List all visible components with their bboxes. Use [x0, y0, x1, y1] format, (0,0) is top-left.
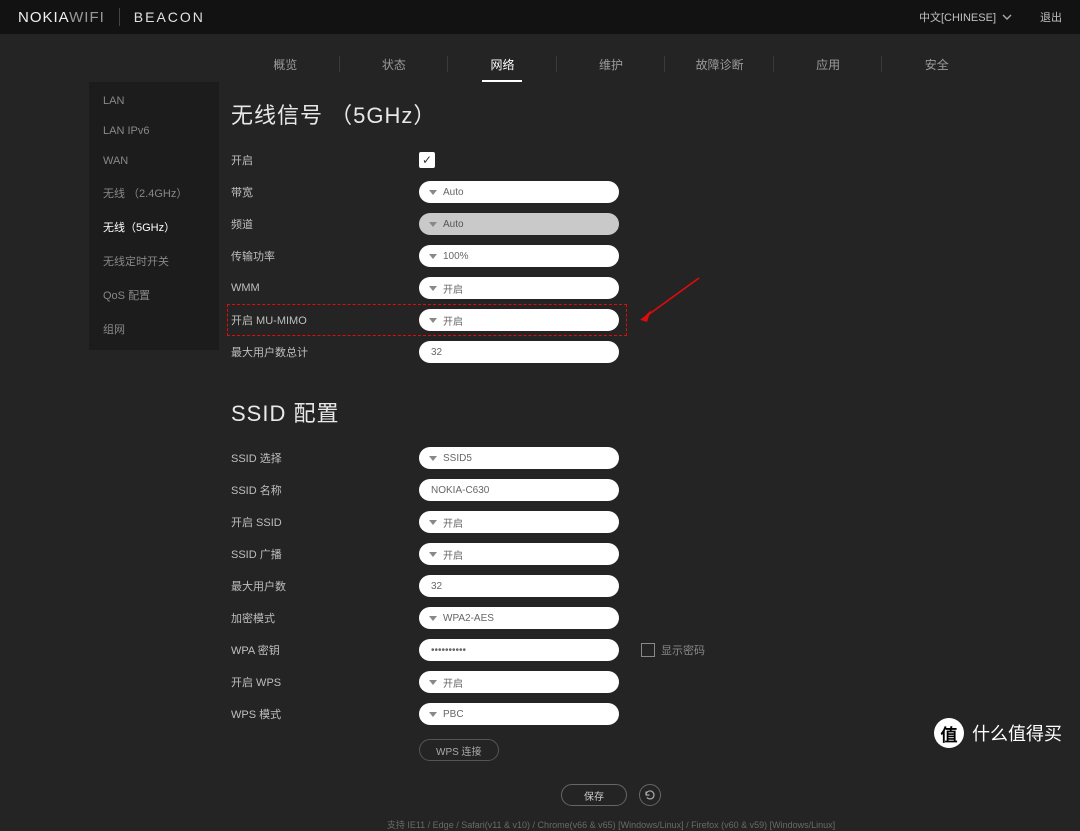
dropdown-arrow-icon: [429, 286, 437, 291]
label-mumimo: 开启 MU-MIMO: [231, 312, 419, 328]
label-enable: 开启: [231, 152, 419, 168]
tab-diagnostics[interactable]: 故障诊断: [665, 46, 774, 82]
label-ssidenable: 开启 SSID: [231, 514, 419, 530]
tab-network[interactable]: 网络: [448, 46, 557, 82]
row-broadcast: SSID 广播 开启: [231, 538, 991, 570]
label-ssidname: SSID 名称: [231, 482, 419, 498]
main-tabs: 概览 状态 网络 维护 故障诊断 应用 安全: [231, 46, 991, 82]
label-channel: 频道: [231, 216, 419, 232]
chevron-down-icon: [1002, 14, 1012, 20]
app-header: NOKIAWIFI BEACON 中文[CHINESE] 退出: [0, 0, 1080, 34]
label-broadcast: SSID 广播: [231, 546, 419, 562]
select-txpower[interactable]: 100%: [419, 245, 619, 267]
save-button[interactable]: 保存: [561, 784, 627, 806]
label-wpsmode: WPS 模式: [231, 706, 419, 722]
label-bandwidth: 带宽: [231, 184, 419, 200]
dropdown-arrow-icon: [429, 456, 437, 461]
select-wpsenable[interactable]: 开启: [419, 671, 619, 693]
dropdown-arrow-icon: [429, 520, 437, 525]
row-wpakey: WPA 密钥 •••••••••• 显示密码: [231, 634, 991, 666]
watermark-badge: 值: [934, 718, 964, 748]
select-ssidselect[interactable]: SSID5: [419, 447, 619, 469]
sidebar-item-wifi24[interactable]: 无线 （2.4GHz）: [89, 176, 219, 210]
row-wmm: WMM 开启: [231, 272, 991, 304]
row-ssidname: SSID 名称 NOKIA-C630: [231, 474, 991, 506]
label-maxusers-total: 最大用户数总计: [231, 344, 419, 360]
sidebar-item-lan[interactable]: LAN: [89, 86, 219, 116]
row-wpsmode: WPS 模式 PBC: [231, 698, 991, 730]
dropdown-arrow-icon: [429, 712, 437, 717]
label-encryption: 加密模式: [231, 610, 419, 626]
row-mumimo: 开启 MU-MIMO 开启: [231, 304, 991, 336]
dropdown-arrow-icon: [429, 680, 437, 685]
input-maxusers[interactable]: 32: [419, 575, 619, 597]
tab-apps[interactable]: 应用: [774, 46, 883, 82]
sidebar-item-wan[interactable]: WAN: [89, 146, 219, 176]
label-wpakey: WPA 密钥: [231, 642, 419, 658]
tab-overview[interactable]: 概览: [231, 46, 340, 82]
row-bandwidth: 带宽 Auto: [231, 176, 991, 208]
dropdown-arrow-icon: [429, 616, 437, 621]
select-channel[interactable]: Auto: [419, 213, 619, 235]
row-wpslink: WPS 连接: [231, 734, 991, 766]
row-maxusers: 最大用户数 32: [231, 570, 991, 602]
brand-nokia: NOKIAWIFI: [18, 9, 105, 26]
row-ssidselect: SSID 选择 SSID5: [231, 442, 991, 474]
input-wpakey[interactable]: ••••••••••: [419, 639, 619, 661]
label-txpower: 传输功率: [231, 248, 419, 264]
dropdown-arrow-icon: [429, 552, 437, 557]
section-title-ssid: SSID 配置: [231, 396, 991, 428]
row-encryption: 加密模式 WPA2-AES: [231, 602, 991, 634]
select-ssidenable[interactable]: 开启: [419, 511, 619, 533]
row-ssidenable: 开启 SSID 开启: [231, 506, 991, 538]
sidebar-item-wifischedule[interactable]: 无线定时开关: [89, 244, 219, 278]
row-enable: 开启 ✓: [231, 144, 991, 176]
select-bandwidth[interactable]: Auto: [419, 181, 619, 203]
sidebar-item-mesh[interactable]: 组网: [89, 312, 219, 346]
logout-link[interactable]: 退出: [1040, 9, 1062, 25]
input-ssidname[interactable]: NOKIA-C630: [419, 479, 619, 501]
input-maxusers-total[interactable]: 32: [419, 341, 619, 363]
select-mumimo[interactable]: 开启: [419, 309, 619, 331]
dropdown-arrow-icon: [429, 318, 437, 323]
sidebar-item-lanipv6[interactable]: LAN IPv6: [89, 116, 219, 146]
label-maxusers: 最大用户数: [231, 578, 419, 594]
brand-separator: [119, 8, 120, 26]
select-wpsmode[interactable]: PBC: [419, 703, 619, 725]
save-row: 保存: [231, 784, 991, 806]
checkbox-enable[interactable]: ✓: [419, 152, 435, 168]
label-wmm: WMM: [231, 282, 419, 294]
sidebar: LAN LAN IPv6 WAN 无线 （2.4GHz） 无线（5GHz） 无线…: [89, 82, 219, 350]
dropdown-arrow-icon: [429, 222, 437, 227]
select-encryption[interactable]: WPA2-AES: [419, 607, 619, 629]
tab-maintenance[interactable]: 维护: [557, 46, 666, 82]
checkbox-icon: [641, 643, 655, 657]
select-broadcast[interactable]: 开启: [419, 543, 619, 565]
label-wpsenable: 开启 WPS: [231, 674, 419, 690]
language-selector[interactable]: 中文[CHINESE]: [919, 9, 1012, 25]
row-channel: 频道 Auto: [231, 208, 991, 240]
sidebar-item-wifi5[interactable]: 无线（5GHz）: [89, 210, 219, 244]
wps-connect-button[interactable]: WPS 连接: [419, 739, 499, 761]
tab-status[interactable]: 状态: [340, 46, 449, 82]
dropdown-arrow-icon: [429, 190, 437, 195]
refresh-icon: [644, 789, 656, 801]
watermark-text: 什么值得买: [972, 720, 1062, 746]
watermark: 值 什么值得买: [934, 718, 1062, 748]
section-title-wireless: 无线信号 （5GHz）: [231, 98, 991, 130]
brand-product: BEACON: [134, 9, 205, 25]
sidebar-item-qos[interactable]: QoS 配置: [89, 278, 219, 312]
label-ssidselect: SSID 选择: [231, 450, 419, 466]
tab-security[interactable]: 安全: [882, 46, 991, 82]
dropdown-arrow-icon: [429, 254, 437, 259]
row-txpower: 传输功率 100%: [231, 240, 991, 272]
refresh-button[interactable]: [639, 784, 661, 806]
select-wmm[interactable]: 开启: [419, 277, 619, 299]
row-wpsenable: 开启 WPS 开启: [231, 666, 991, 698]
checkbox-showpassword[interactable]: 显示密码: [641, 642, 705, 658]
row-maxusers-total: 最大用户数总计 32: [231, 336, 991, 368]
footer-text: 支持 IE11 / Edge / Safari(v11 & v10) / Chr…: [231, 818, 991, 831]
